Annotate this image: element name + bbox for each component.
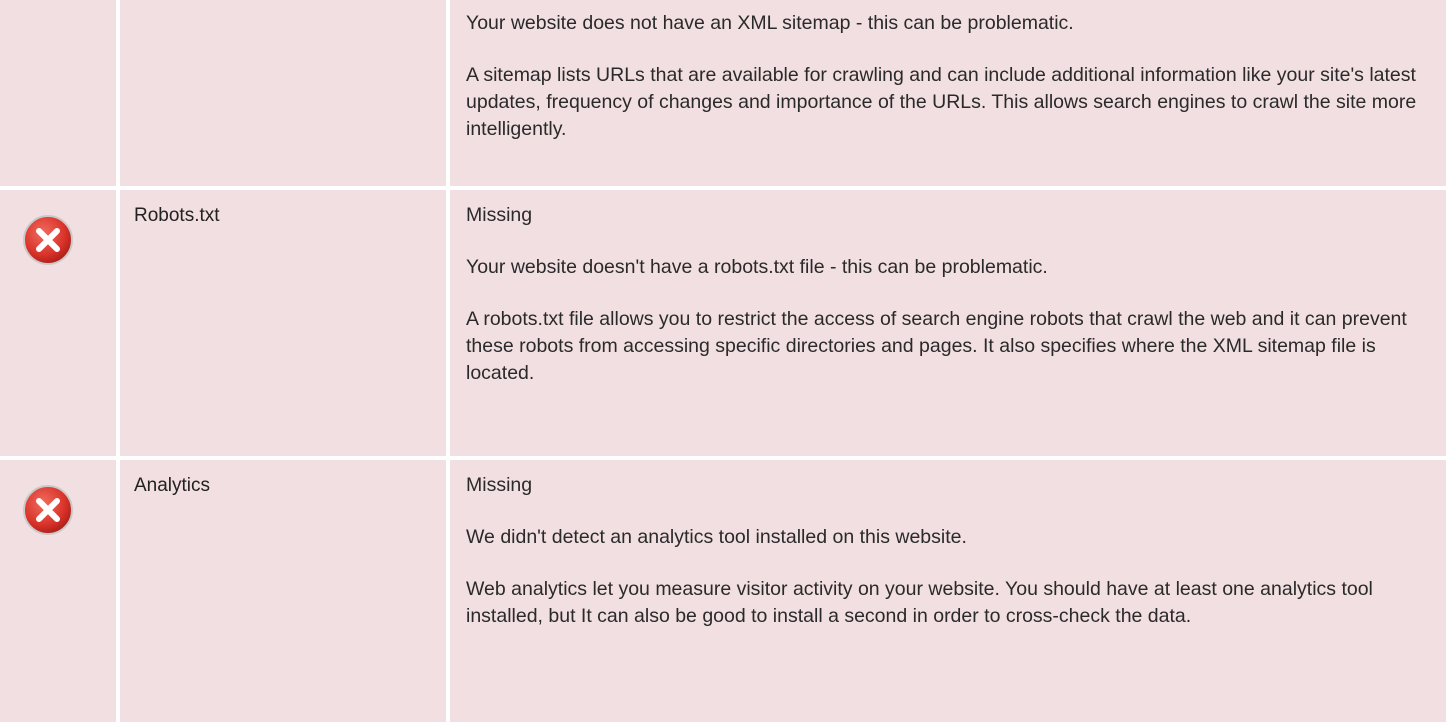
check-name: Robots.txt <box>134 205 220 226</box>
detail-explanation: Web analytics let you measure visitor ac… <box>466 578 1373 627</box>
check-detail: Missing We didn't detect an analytics to… <box>466 472 1432 655</box>
detail-summary: Your website doesn't have a robots.txt f… <box>466 256 1048 278</box>
seo-report-table: Your website does not have an XML sitema… <box>0 0 1446 722</box>
detail-status: Missing <box>466 474 533 496</box>
error-x-circle-icon <box>23 215 73 265</box>
check-row-robots: Robots.txt Missing Your website doesn't … <box>0 190 1446 456</box>
status-cell <box>0 0 116 186</box>
check-detail-cell: Missing Your website doesn't have a robo… <box>450 190 1446 456</box>
detail-explanation: A robots.txt file allows you to restrict… <box>466 308 1407 384</box>
check-name-cell <box>120 0 446 186</box>
check-detail-cell: Your website does not have an XML sitema… <box>450 0 1446 186</box>
detail-explanation: A sitemap lists URLs that are available … <box>466 64 1417 140</box>
detail-summary: Your website does not have an XML sitema… <box>466 12 1074 34</box>
detail-status: Missing <box>466 204 533 226</box>
check-detail: Missing Your website doesn't have a robo… <box>466 202 1432 412</box>
check-row-analytics: Analytics Missing We didn't detect an an… <box>0 460 1446 722</box>
check-name: Analytics <box>134 475 211 496</box>
status-cell <box>0 190 116 456</box>
check-name-cell: Robots.txt <box>120 190 446 456</box>
check-detail: Your website does not have an XML sitema… <box>466 10 1432 168</box>
error-x-circle-icon <box>23 485 73 535</box>
check-name-cell: Analytics <box>120 460 446 722</box>
status-cell <box>0 460 116 722</box>
check-detail-cell: Missing We didn't detect an analytics to… <box>450 460 1446 722</box>
check-row-sitemap: Your website does not have an XML sitema… <box>0 0 1446 186</box>
detail-summary: We didn't detect an analytics tool insta… <box>466 526 967 548</box>
